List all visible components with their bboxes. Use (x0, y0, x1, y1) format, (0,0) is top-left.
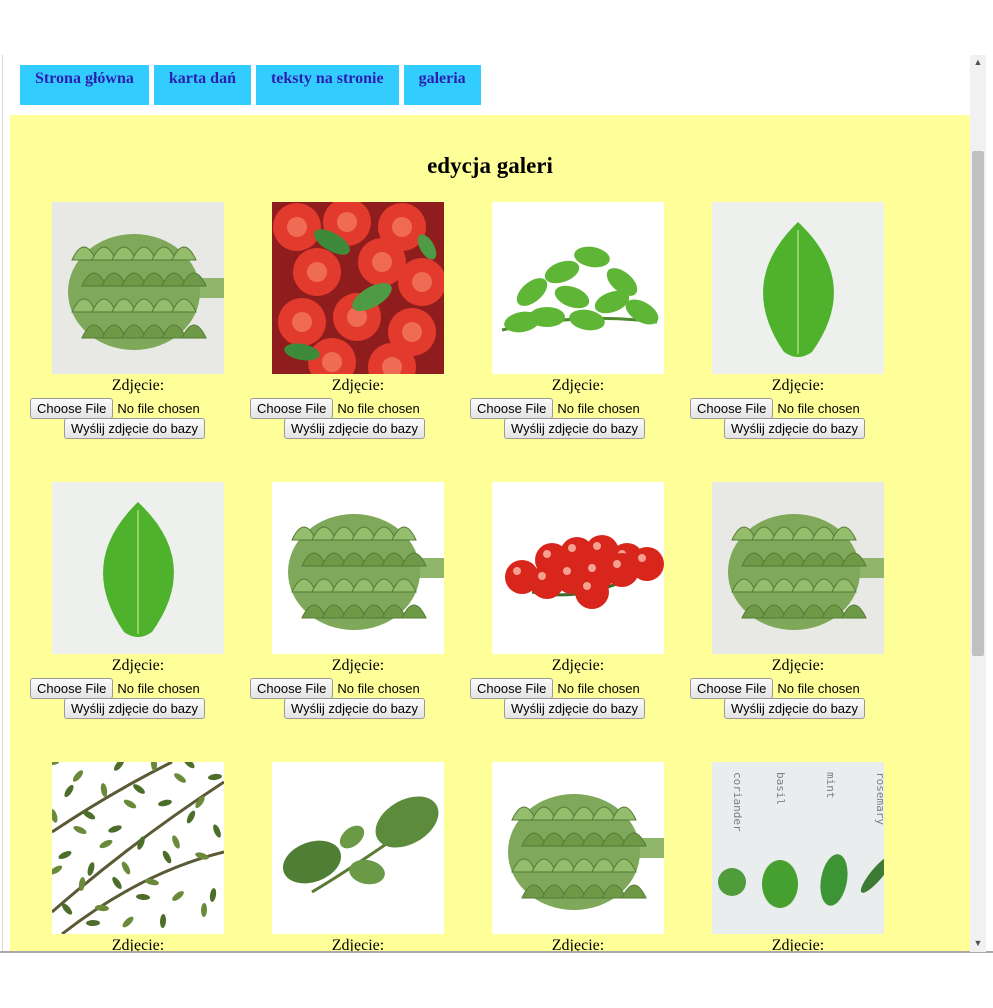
photo-artichoke (712, 482, 884, 654)
choose-file-button[interactable]: Choose File (250, 397, 334, 419)
gallery-item: corianderbasilmintrosemary Zdjęcie: Choo… (690, 762, 910, 952)
svg-text:mint: mint (824, 772, 837, 799)
file-input[interactable]: Choose File No file chosen (30, 397, 250, 419)
gallery-item: Zdjęcie: Choose File No file chosen Wyśl… (250, 202, 470, 462)
photo-caption: Zdjęcie: (111, 377, 165, 394)
file-input[interactable]: Choose File No file chosen (470, 677, 690, 699)
svg-text:rosemary: rosemary (874, 772, 884, 825)
photo-caption: Zdjęcie: (331, 657, 385, 674)
no-file-label: No file chosen (777, 680, 860, 696)
no-file-label: No file chosen (557, 680, 640, 696)
nav-item-texts[interactable]: teksty na stronie (255, 65, 399, 105)
scroll-down-icon[interactable]: ▼ (973, 938, 983, 948)
no-file-label: No file chosen (337, 680, 420, 696)
photo-caption: Zdjęcie: (771, 657, 825, 674)
vertical-scrollbar[interactable]: ▲ ▼ (970, 55, 986, 952)
photo-caption: Zdjęcie: (331, 937, 385, 952)
gallery-item: Zdjęcie: Choose File No file chosen Wyśl… (30, 202, 250, 462)
nav-item-gallery[interactable]: galeria (403, 65, 481, 105)
no-file-label: No file chosen (337, 400, 420, 416)
photo-caption: Zdjęcie: (771, 937, 825, 952)
photo-caption: Zdjęcie: (111, 657, 165, 674)
file-input[interactable]: Choose File No file chosen (250, 677, 470, 699)
photo-caption: Zdjęcie: (771, 377, 825, 394)
no-file-label: No file chosen (777, 400, 860, 416)
upload-photo-button[interactable]: Wyślij zdjęcie do bazy (284, 698, 426, 719)
scrollbar-thumb[interactable] (972, 151, 984, 656)
upload-photo-button[interactable]: Wyślij zdjęcie do bazy (504, 418, 646, 439)
gallery-item: Zdjęcie: Choose File No file chosen Wyśl… (250, 482, 470, 742)
choose-file-button[interactable]: Choose File (470, 677, 554, 699)
photo-herb-labels: coriander basil mint rosemary (712, 762, 884, 934)
upload-photo-button[interactable]: Wyślij zdjęcie do bazy (284, 418, 426, 439)
upload-photo-button[interactable]: Wyślij zdjęcie do bazy (724, 418, 866, 439)
photo-artichoke (52, 202, 224, 374)
upload-photo-button[interactable]: Wyślij zdjęcie do bazy (64, 698, 206, 719)
photo-artichoke-white (492, 762, 664, 934)
photo-basil-leaf (712, 202, 884, 374)
upload-photo-button[interactable]: Wyślij zdjęcie do bazy (724, 698, 866, 719)
photo-oregano-sprig (272, 762, 444, 934)
gallery-item: Zdjęcie: Choose File No file chosen Wyśl… (690, 482, 910, 742)
page-title: edycja galeri (427, 153, 553, 178)
svg-text:basil: basil (774, 772, 787, 805)
photo-tomato-salad (272, 202, 444, 374)
choose-file-button[interactable]: Choose File (690, 677, 774, 699)
photo-basil-leaf (52, 482, 224, 654)
file-input[interactable]: Choose File No file chosen (470, 397, 690, 419)
nav-item-menu[interactable]: karta dań (153, 65, 251, 105)
gallery-item: Zdjęcie: Choose File No file chosen Wyśl… (470, 202, 690, 462)
upload-photo-button[interactable]: Wyślij zdjęcie do bazy (504, 698, 646, 719)
gallery-edit-panel: edycja galeri Zdjęcie: Choose File No fi… (10, 115, 970, 952)
photo-caption: Zdjęcie: (551, 937, 605, 952)
no-file-label: No file chosen (117, 400, 200, 416)
photo-caption: Zdjęcie: (111, 937, 165, 952)
gallery-item: Zdjęcie: Choose File No file chosen Wyśl… (250, 762, 470, 952)
frame-border (2, 55, 3, 952)
gallery-item: Zdjęcie: Choose File No file chosen Wyśl… (690, 202, 910, 462)
file-input[interactable]: Choose File No file chosen (690, 397, 910, 419)
choose-file-button[interactable]: Choose File (30, 677, 114, 699)
photo-cherry-tomatoes (492, 482, 664, 654)
photo-artichoke-white (272, 482, 444, 654)
choose-file-button[interactable]: Choose File (250, 677, 334, 699)
file-input[interactable]: Choose File No file chosen (690, 677, 910, 699)
photo-mint-sprig (492, 202, 664, 374)
main-nav: Strona główna karta dań teksty na stroni… (20, 65, 481, 105)
photo-caption: Zdjęcie: (551, 657, 605, 674)
frame-border (0, 951, 993, 953)
gallery-item: Zdjęcie: Choose File No file chosen Wyśl… (470, 482, 690, 742)
nav-item-home[interactable]: Strona główna (20, 65, 149, 105)
choose-file-button[interactable]: Choose File (690, 397, 774, 419)
choose-file-button[interactable]: Choose File (30, 397, 114, 419)
svg-text:coriander: coriander (731, 772, 744, 832)
choose-file-button[interactable]: Choose File (470, 397, 554, 419)
gallery-item: Zdjęcie: Choose File No file chosen Wyśl… (470, 762, 690, 952)
photo-caption: Zdjęcie: (551, 377, 605, 394)
upload-photo-button[interactable]: Wyślij zdjęcie do bazy (64, 418, 206, 439)
no-file-label: No file chosen (117, 680, 200, 696)
gallery-item: Zdjęcie: Choose File No file chosen Wyśl… (30, 762, 250, 952)
no-file-label: No file chosen (557, 400, 640, 416)
photo-caption: Zdjęcie: (331, 377, 385, 394)
file-input[interactable]: Choose File No file chosen (250, 397, 470, 419)
browser-viewport: Strona główna karta dań teksty na stroni… (2, 55, 970, 952)
file-input[interactable]: Choose File No file chosen (30, 677, 250, 699)
gallery-item: Zdjęcie: Choose File No file chosen Wyśl… (30, 482, 250, 742)
scroll-up-icon[interactable]: ▲ (973, 57, 983, 67)
photo-thyme-sprigs (52, 762, 224, 934)
